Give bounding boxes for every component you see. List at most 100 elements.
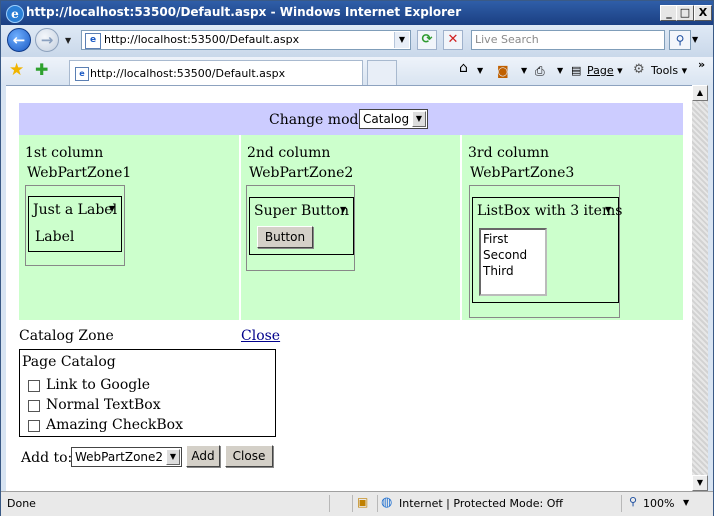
back-arrow-icon[interactable]: ← [7,28,31,52]
search-options-dropdown[interactable]: ▼ [692,30,704,50]
checkbox-link-to-google[interactable] [28,380,40,392]
more-chevron-icon[interactable]: » [698,58,705,71]
web-part-label: Just a Label ▼ Label [28,196,122,252]
web-part-zone-3: ListBox with 3 items ▼ First Second Thir… [469,185,623,318]
add-favorite-icon[interactable]: ✚ [35,60,48,79]
add-to-label: Add to: [21,450,73,466]
stop-icon[interactable]: ✕ [443,30,463,50]
home-dropdown-icon[interactable]: ▼ [477,66,483,75]
web-part-title: Super Button [254,203,349,219]
catalog-item-label: Normal TextBox [46,397,161,413]
maximize-button[interactable]: □ [676,5,694,21]
page-content: Change mode: Catalog ▼ 1st column WebPar… [6,85,692,492]
status-segment [329,495,350,512]
tools-menu[interactable]: Tools ▾ [651,64,687,77]
chevron-down-icon[interactable]: ▼ [412,111,426,127]
super-button[interactable]: Button [257,226,313,248]
list-item[interactable]: Third [481,263,545,279]
part-menu-icon[interactable]: ▼ [340,205,346,214]
new-tab-button[interactable] [367,60,397,85]
title-bar: e http://localhost:53500/Default.aspx - … [1,1,713,25]
zone-title: WebPartZone1 [27,165,132,181]
search-box[interactable]: Live Search [471,30,665,50]
chevron-down-icon[interactable]: ▼ [166,449,180,465]
list-item[interactable]: Second [481,247,545,263]
web-part-title: ListBox with 3 items [477,203,623,219]
column-heading: 3rd column [468,145,550,161]
tools-menu-label[interactable]: Tools [651,64,678,77]
listbox[interactable]: First Second Third [479,228,547,296]
checkbox-amazing-checkbox[interactable] [28,420,40,432]
part-menu-icon[interactable]: ▼ [605,205,611,214]
feeds-dropdown-icon[interactable]: ▼ [521,66,527,75]
forward-arrow-icon[interactable]: → [35,28,59,52]
favorites-star-icon[interactable]: ★ [9,60,24,80]
security-zone[interactable]: Internet | Protected Mode: Off [399,497,563,510]
ie-logo-icon: e [6,5,24,23]
scroll-up-icon[interactable]: ▲ [692,85,708,101]
scroll-down-icon[interactable]: ▼ [692,475,708,491]
search-icon[interactable]: ⚲ [669,30,691,50]
catalog-item-label: Link to Google [46,377,150,393]
list-item[interactable]: First [481,231,545,247]
mode-select[interactable]: Catalog ▼ [359,109,428,129]
column-2: 2nd column WebPartZone2 Super Button ▼ B… [241,135,460,320]
add-to-select-value: WebPartZone2 [75,450,164,464]
web-part-zone-1: Just a Label ▼ Label [25,185,125,266]
status-bar: Done ▣ ◍ Internet | Protected Mode: Off … [1,491,713,516]
web-part-listbox: ListBox with 3 items ▼ First Second Thir… [472,197,623,303]
browser-window: e http://localhost:53500/Default.aspx - … [0,0,714,516]
catalog-zone-title: Catalog Zone [19,328,114,344]
close-catalog-button[interactable]: Close [225,445,273,467]
web-part-zone-2: Super Button ▼ Button [246,185,355,271]
part-menu-icon[interactable]: ▼ [109,204,115,213]
web-part-button: Super Button ▼ Button [249,197,354,255]
change-mode-label: Change mode: [269,112,372,128]
column-heading: 2nd column [247,145,331,161]
zoom-level[interactable]: 100% [643,497,674,510]
tab-bar: ★ ✚ e http://localhost:53500/Default.asp… [1,57,713,85]
column-heading: 1st column [25,145,104,161]
feeds-icon[interactable]: ◙ [497,64,509,78]
tab-current-page[interactable]: e http://localhost:53500/Default.aspx [69,60,363,85]
mode-bar: Change mode: Catalog ▼ [19,103,683,135]
window-title: http://localhost:53500/Default.aspx - Wi… [26,5,462,19]
page-menu-label[interactable]: Page [587,64,614,77]
navigation-bar: ← → ▼ e http://localhost:53500/Default.a… [1,25,713,57]
print-dropdown-icon[interactable]: ▼ [557,66,563,75]
address-input[interactable]: http://localhost:53500/Default.aspx [104,33,299,46]
checkbox-normal-textbox[interactable] [28,400,40,412]
zone-title: WebPartZone3 [470,165,575,181]
mode-select-value: Catalog [363,112,410,126]
close-window-button[interactable]: X [694,5,712,21]
add-to-select[interactable]: WebPartZone2 ▼ [71,447,182,467]
refresh-icon[interactable]: ⟳ [417,30,437,50]
home-icon[interactable]: ⌂ [459,60,468,76]
tab-title: http://localhost:53500/Default.aspx [90,67,286,80]
security-lock-icon: ▣ [357,495,369,509]
catalog-item-label: Amazing CheckBox [46,417,183,433]
page-favicon-icon: e [85,33,101,49]
column-3: 3rd column WebPartZone3 ListBox with 3 i… [462,135,683,320]
columns-table: 1st column WebPartZone1 Just a Label ▼ L… [19,135,683,320]
column-1: 1st column WebPartZone1 Just a Label ▼ L… [19,135,239,320]
page-catalog-title: Page Catalog [22,354,116,370]
zoom-icon: ⚲ [629,495,638,508]
gear-icon: ⚙ [633,62,645,77]
search-input[interactable]: Live Search [475,33,539,46]
globe-icon: ◍ [381,495,393,510]
page-menu-icon: ▤ [571,64,582,77]
print-icon[interactable]: ⎙ [535,64,545,79]
web-part-title: Just a Label [33,202,118,218]
address-bar[interactable]: e http://localhost:53500/Default.aspx ▼ [81,30,411,50]
tab-favicon-icon: e [75,67,89,81]
catalog-close-link[interactable]: Close [241,328,280,344]
page-menu[interactable]: Page ▾ [587,64,623,77]
address-dropdown-icon[interactable]: ▼ [394,32,409,48]
add-button[interactable]: Add [186,445,220,467]
status-text: Done [7,497,36,510]
recent-pages-dropdown[interactable]: ▼ [65,36,71,45]
zoom-dropdown-icon[interactable]: ▼ [683,498,689,507]
page-catalog: Page Catalog Link to Google Normal TextB… [19,349,276,437]
vertical-scrollbar[interactable]: ▲ ▼ [692,85,708,491]
